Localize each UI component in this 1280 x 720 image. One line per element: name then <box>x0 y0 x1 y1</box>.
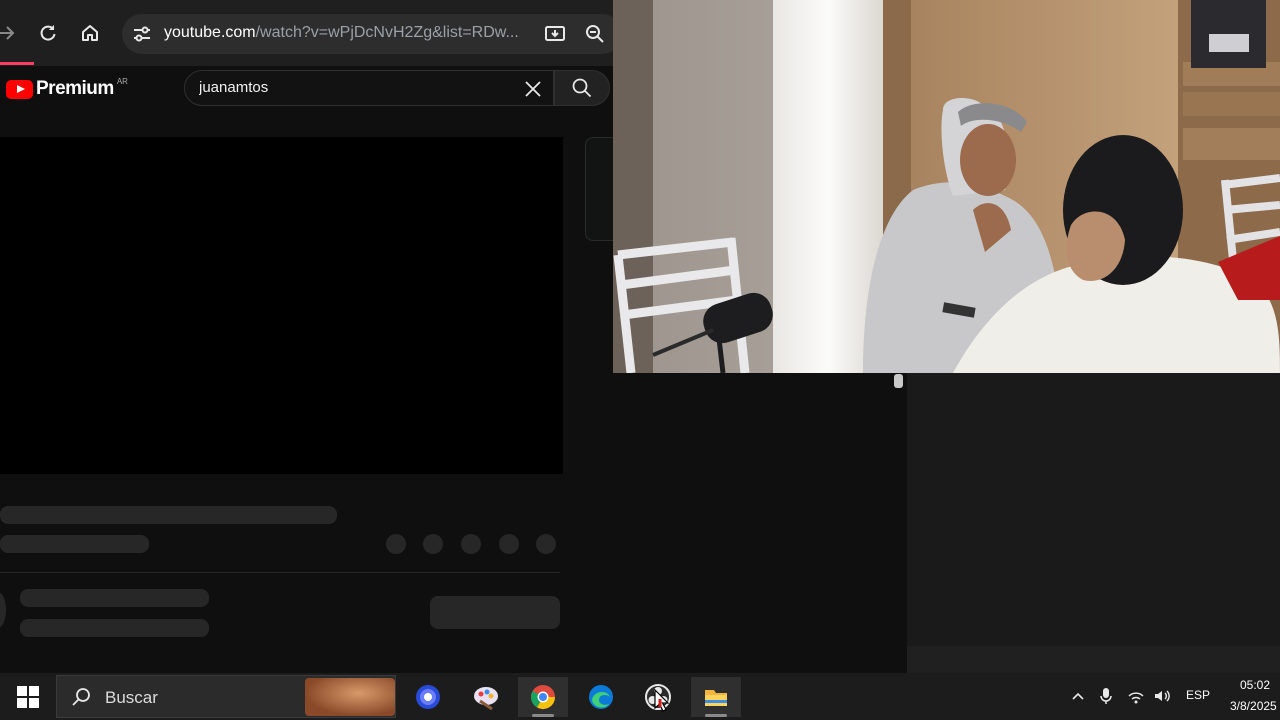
forward-icon[interactable] <box>0 18 22 48</box>
windows-logo-icon <box>17 686 39 708</box>
clock-time[interactable]: 05:02 <box>1240 678 1270 692</box>
webcam-scene-image <box>613 0 1280 373</box>
browser-toolbar: youtube.com/watch?v=wPjDcNvH2Zg&list=RDw… <box>0 0 622 66</box>
avatar-skeleton <box>0 592 6 628</box>
search-box <box>184 70 554 106</box>
site-settings-icon[interactable] <box>130 22 154 46</box>
language-indicator[interactable]: ESP <box>1186 688 1210 702</box>
secondary-panel <box>907 373 1280 673</box>
subscriber-skeleton <box>20 619 209 637</box>
action-skeleton-dot <box>499 534 519 554</box>
clear-search-icon[interactable] <box>521 77 545 101</box>
youtube-premium-logo[interactable]: Premium AR <box>6 76 128 100</box>
divider <box>0 572 560 573</box>
chrome-icon[interactable] <box>518 677 568 717</box>
clock-date[interactable]: 3/8/2025 <box>1230 699 1277 713</box>
action-skeleton-dot <box>536 534 556 554</box>
search-button[interactable] <box>554 70 610 106</box>
webcam-overlay <box>613 0 1280 373</box>
volume-icon[interactable] <box>1151 685 1173 707</box>
youtube-play-icon <box>6 79 33 99</box>
youtube-header: Premium AR <box>0 66 613 112</box>
mouse-cursor-icon <box>654 689 670 712</box>
side-panel-edge <box>585 137 613 241</box>
microphone-icon[interactable] <box>1095 685 1117 707</box>
action-skeleton-dot <box>423 534 443 554</box>
search-input[interactable] <box>199 79 499 96</box>
action-skeleton-dot <box>461 534 481 554</box>
title-skeleton <box>0 506 337 524</box>
video-player[interactable] <box>0 137 563 474</box>
logo-text: Premium <box>36 78 114 99</box>
channel-skeleton <box>20 589 209 607</box>
action-skeleton-dot <box>386 534 406 554</box>
page-load-progress <box>0 62 34 65</box>
show-hidden-icons-icon[interactable] <box>1067 685 1089 707</box>
install-app-icon[interactable] <box>544 23 566 45</box>
url-text[interactable]: youtube.com/watch?v=wPjDcNvH2Zg&list=RDw… <box>164 24 519 42</box>
paint-app-icon[interactable] <box>461 677 511 717</box>
address-bar[interactable]: youtube.com/watch?v=wPjDcNvH2Zg&list=RDw… <box>122 14 622 54</box>
country-code: AR <box>116 76 128 86</box>
windows-taskbar: Buscar ESP 05:02 3/8/2025 <box>0 673 1280 720</box>
running-indicator <box>532 714 554 717</box>
search-icon <box>572 78 592 98</box>
url-host: youtube.com <box>164 24 256 41</box>
search-highlight-image[interactable] <box>305 678 395 716</box>
meta-skeleton <box>0 535 149 553</box>
start-button[interactable] <box>6 679 50 715</box>
running-indicator <box>705 714 727 717</box>
zoom-icon[interactable] <box>584 23 606 45</box>
subscribe-skeleton <box>430 596 560 629</box>
secondary-panel-strip <box>907 646 1280 673</box>
taskbar-search-box[interactable]: Buscar <box>56 675 396 718</box>
reload-icon[interactable] <box>33 18 63 48</box>
file-explorer-icon[interactable] <box>691 677 741 717</box>
home-icon[interactable] <box>75 18 105 48</box>
url-path: /watch?v=wPjDcNvH2Zg&list=RDw... <box>255 24 519 41</box>
scrollbar-thumb[interactable] <box>894 374 903 388</box>
network-icon[interactable] <box>1125 685 1147 707</box>
assistant-app-icon[interactable] <box>403 677 453 717</box>
search-icon <box>72 688 90 706</box>
edge-icon[interactable] <box>576 677 626 717</box>
search-placeholder: Buscar <box>105 688 158 707</box>
